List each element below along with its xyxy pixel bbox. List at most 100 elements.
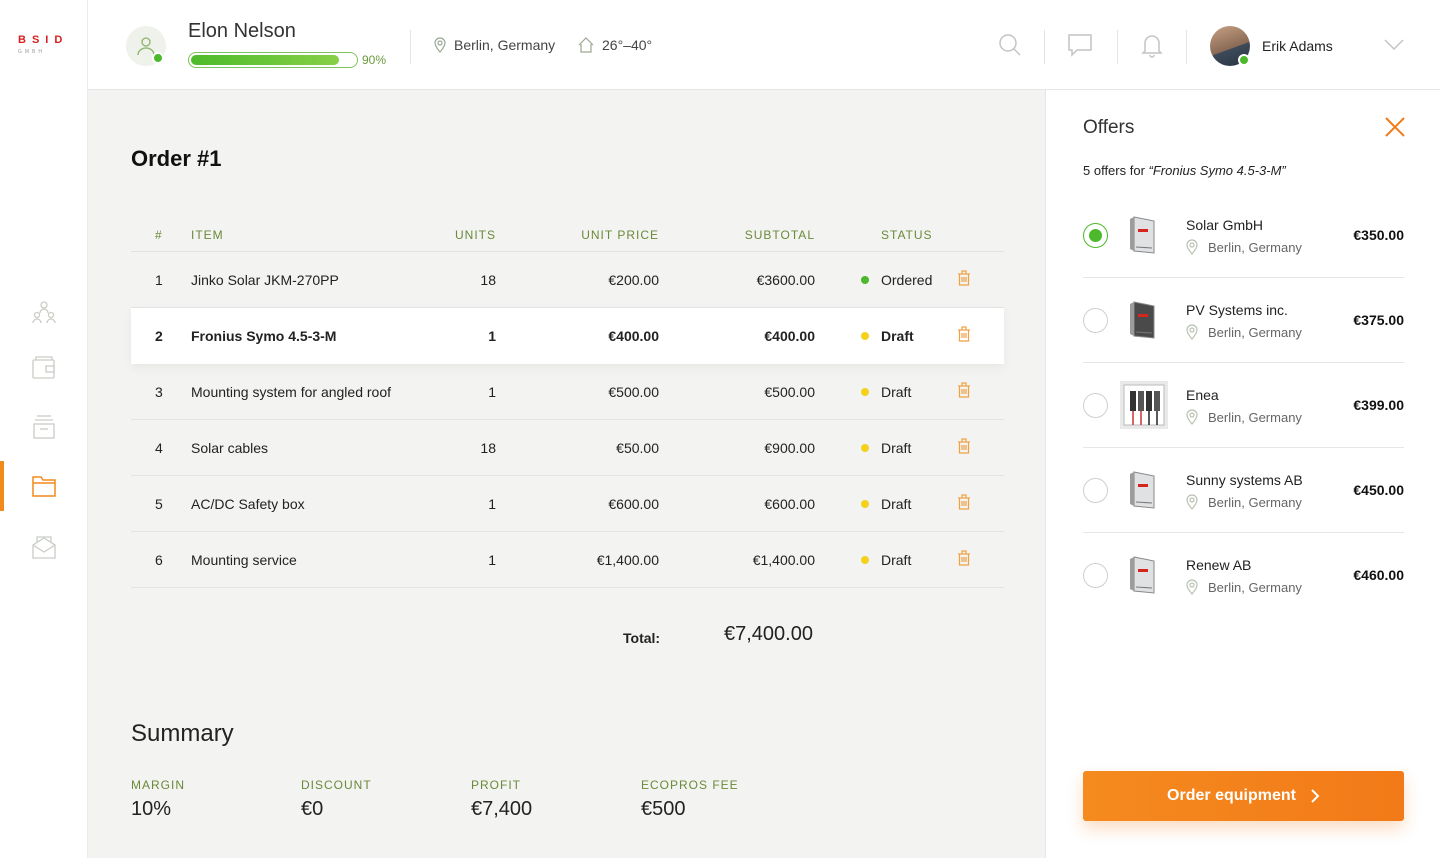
offer-radio[interactable]: [1083, 393, 1108, 418]
offer-item[interactable]: Solar GmbH Berlin, Germany €350.00: [1083, 193, 1404, 278]
row-number: 5: [155, 496, 163, 512]
summary-label: MARGIN: [131, 778, 185, 792]
location-text: Berlin, Germany: [454, 37, 556, 53]
sidebar-item-people[interactable]: [0, 287, 88, 337]
delete-button[interactable]: [957, 270, 971, 289]
summary: MARGIN 10% DISCOUNT €0 PROFIT €7,400 ECO…: [131, 778, 811, 821]
inverter-image: [1130, 216, 1155, 254]
summary-discount: DISCOUNT €0: [301, 778, 471, 821]
user-name: Erik Adams: [1262, 38, 1333, 54]
table-row[interactable]: 5 AC/DC Safety box 1 €600.00 €600.00 Dra…: [131, 476, 1004, 532]
sidebar-item-mail[interactable]: [0, 522, 88, 572]
offer-item[interactable]: PV Systems inc. Berlin, Germany €375.00: [1083, 278, 1404, 363]
offer-location-text: Berlin, Germany: [1208, 409, 1302, 425]
row-units: 1: [488, 496, 496, 512]
delete-button[interactable]: [957, 550, 971, 569]
row-units: 1: [488, 328, 496, 344]
row-unit-price: €600.00: [608, 496, 659, 512]
delete-button[interactable]: [957, 326, 971, 345]
delete-button[interactable]: [957, 382, 971, 401]
summary-value: €500: [641, 798, 686, 820]
status-dot: [861, 276, 869, 284]
offer-item[interactable]: Renew AB Berlin, Germany €460.00: [1083, 533, 1404, 618]
user-icon: [137, 37, 155, 56]
offer-item[interactable]: Enea Berlin, Germany €399.00: [1083, 363, 1404, 448]
offer-radio[interactable]: [1083, 223, 1108, 248]
search-icon: [999, 34, 1021, 56]
offer-location: Berlin, Germany: [1186, 324, 1302, 340]
offer-thumbnail: [1120, 296, 1168, 344]
row-item: Fronius Symo 4.5-3-M: [191, 328, 337, 344]
location-pin-icon: [1186, 409, 1198, 425]
location-pin-icon: [1186, 324, 1198, 340]
status-badge: Draft: [881, 496, 912, 512]
client-avatar[interactable]: [126, 26, 166, 66]
trash-icon: [958, 270, 970, 286]
order-equipment-button[interactable]: Order equipment: [1083, 771, 1404, 821]
table-row[interactable]: 4 Solar cables 18 €50.00 €900.00 Draft: [131, 420, 1004, 476]
chevron-down-icon: [1384, 39, 1404, 51]
order-table: # ITEM UNITS UNIT PRICE SUBTOTAL STATUS …: [131, 226, 1004, 588]
sidebar-item-wallet[interactable]: [0, 343, 88, 393]
search-button[interactable]: [995, 30, 1025, 60]
sidebar-item-orders[interactable]: [0, 461, 88, 511]
sidebar-item-archive[interactable]: [0, 402, 88, 452]
chevron-right-icon: [1311, 789, 1320, 803]
online-indicator: [152, 52, 164, 64]
user-menu-toggle[interactable]: [1384, 38, 1404, 56]
offer-location-text: Berlin, Germany: [1208, 239, 1302, 255]
table-row[interactable]: 2 Fronius Symo 4.5-3-M 1 €400.00 €400.00…: [131, 308, 1004, 364]
close-button[interactable]: [1384, 116, 1406, 138]
brand-logo[interactable]: BSID GMBH: [18, 34, 72, 55]
offer-price: €450.00: [1353, 482, 1404, 498]
home-icon: [578, 37, 594, 53]
page-title: Order #1: [131, 146, 222, 171]
bell-icon: [1141, 35, 1163, 58]
row-unit-price: €400.00: [608, 328, 659, 344]
offer-radio[interactable]: [1083, 478, 1108, 503]
offer-location: Berlin, Germany: [1186, 494, 1302, 510]
row-number: 6: [155, 552, 163, 568]
offer-price: €460.00: [1353, 567, 1404, 583]
user-menu[interactable]: Erik Adams: [1210, 26, 1333, 66]
offer-location-text: Berlin, Germany: [1208, 324, 1302, 340]
brand-sub: GMBH: [18, 49, 45, 55]
wallet-icon: [32, 356, 55, 379]
row-subtotal: €1,400.00: [752, 552, 815, 568]
people-icon: [32, 301, 56, 324]
location-pin-icon: [1186, 239, 1198, 255]
offers-panel: Offers 5 offers for “Fronius Symo 4.5-3-…: [1045, 90, 1440, 858]
sidebar: BSID GMBH: [0, 0, 88, 858]
delete-button[interactable]: [957, 494, 971, 513]
divider: [1186, 30, 1187, 64]
offer-item[interactable]: Sunny systems AB Berlin, Germany €450.00: [1083, 448, 1404, 533]
offer-thumbnail: [1120, 466, 1168, 514]
offer-price: €375.00: [1353, 312, 1404, 328]
offer-location: Berlin, Germany: [1186, 409, 1302, 425]
messages-button[interactable]: [1065, 30, 1095, 60]
row-item: Jinko Solar JKM-270PP: [191, 272, 339, 288]
status-badge: Draft: [881, 440, 912, 456]
delete-button[interactable]: [957, 438, 971, 457]
offers-product: “Fronius Symo 4.5-3-M”: [1148, 163, 1286, 178]
offer-radio[interactable]: [1083, 563, 1108, 588]
offer-price: €350.00: [1353, 227, 1404, 243]
mail-icon: [32, 536, 56, 559]
row-item: Solar cables: [191, 440, 269, 456]
status-dot: [861, 332, 869, 340]
table-row[interactable]: 3 Mounting system for angled roof 1 €500…: [131, 364, 1004, 420]
status-badge: Draft: [881, 552, 912, 568]
table-row[interactable]: 1 Jinko Solar JKM-270PP 18 €200.00 €3600…: [131, 252, 1004, 308]
client-name: Elon Nelson: [188, 20, 296, 42]
table-row[interactable]: 6 Mounting service 1 €1,400.00 €1,400.00…: [131, 532, 1004, 588]
row-number: 4: [155, 440, 163, 456]
col-item: ITEM: [191, 228, 224, 242]
offer-radio[interactable]: [1083, 308, 1108, 333]
offer-thumbnail: [1120, 551, 1168, 599]
summary-label: DISCOUNT: [301, 778, 372, 792]
summary-value: €7,400: [471, 798, 533, 820]
panel-title: Offers: [1083, 117, 1135, 138]
offer-location: Berlin, Germany: [1186, 579, 1302, 595]
notifications-button[interactable]: [1137, 30, 1167, 60]
temperature-text: 26°–40°: [602, 37, 653, 53]
